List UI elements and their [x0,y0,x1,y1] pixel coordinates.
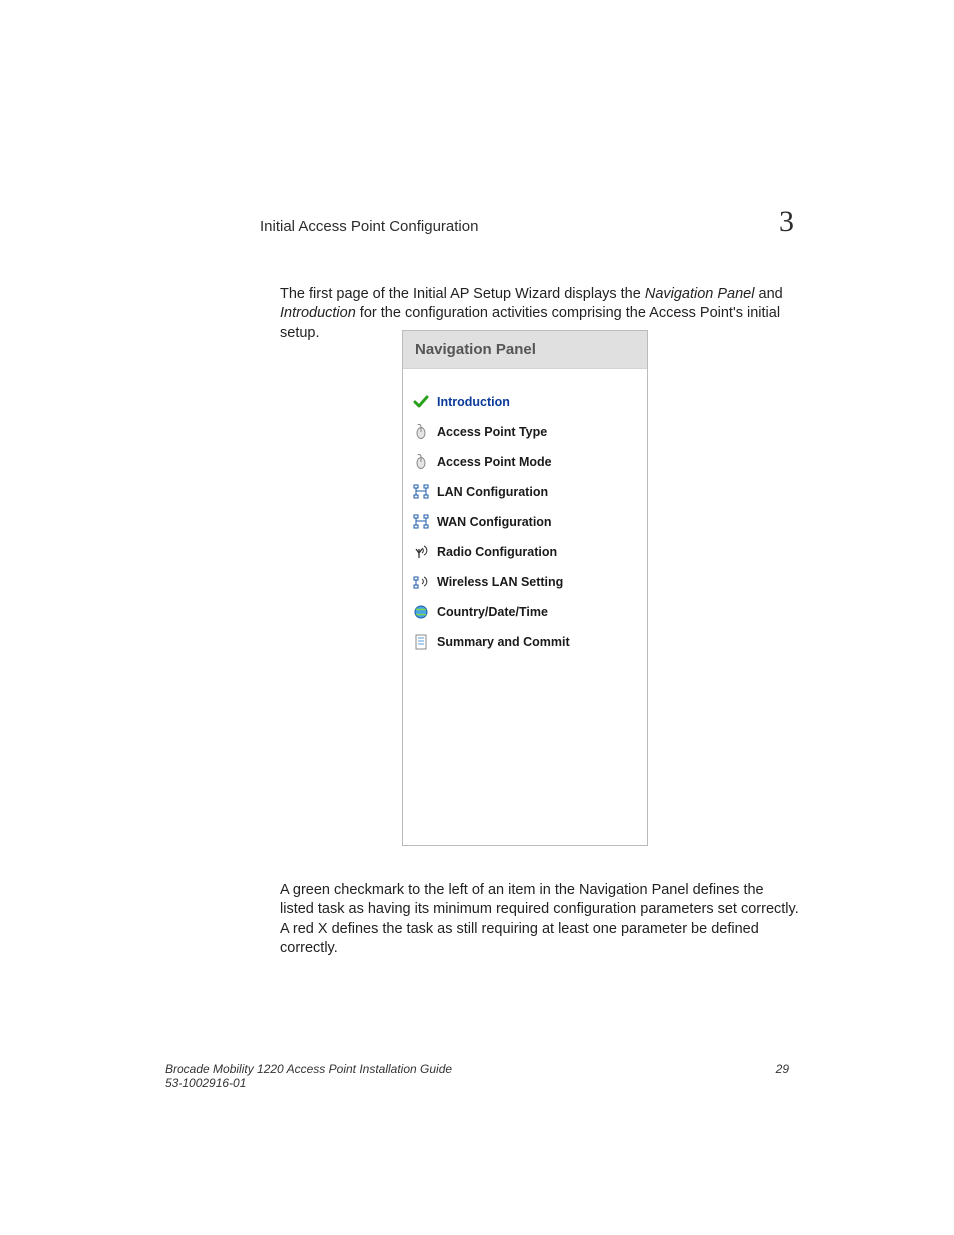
intro-text-mid: and [754,286,782,302]
outro-paragraph: A green checkmark to the left of an item… [280,881,800,959]
lan-icon [413,484,429,500]
nav-item-label: Wireless LAN Setting [437,575,563,589]
nav-item-access-point-mode[interactable]: Access Point Mode [413,447,637,477]
nav-item-introduction[interactable]: Introduction [413,387,637,417]
lan-icon [413,514,429,530]
document-icon [413,634,429,650]
globe-icon [413,604,429,620]
navigation-panel-title: Navigation Panel [403,331,647,369]
nav-item-country-date-time[interactable]: Country/Date/Time [413,597,637,627]
nav-item-label: LAN Configuration [437,485,548,499]
navigation-panel: Navigation Panel Introduction Access Poi… [402,330,648,846]
nav-item-label: Country/Date/Time [437,605,548,619]
footer-left: Brocade Mobility 1220 Access Point Insta… [165,1062,452,1090]
nav-item-label: WAN Configuration [437,515,552,529]
nav-item-label: Summary and Commit [437,635,570,649]
intro-em-1: Navigation Panel [645,286,755,302]
nav-item-label: Introduction [437,395,510,409]
nav-item-label: Access Point Mode [437,455,552,469]
checkmark-icon [413,394,429,410]
mouse-icon [413,454,429,470]
page-root: Initial Access Point Configuration 3 The… [0,0,954,1235]
mouse-icon [413,424,429,440]
nav-item-lan-configuration[interactable]: LAN Configuration [413,477,637,507]
header-title: Initial Access Point Configuration [260,218,478,235]
nav-item-wireless-lan-setting[interactable]: Wireless LAN Setting [413,567,637,597]
wifi-lan-icon [413,574,429,590]
nav-item-label: Access Point Type [437,425,547,439]
nav-item-radio-configuration[interactable]: Radio Configuration [413,537,637,567]
nav-item-access-point-type[interactable]: Access Point Type [413,417,637,447]
running-header: Initial Access Point Configuration 3 [260,205,794,239]
antenna-icon [413,544,429,560]
footer-page-number: 29 [776,1062,789,1076]
navigation-list: Introduction Access Point Type Access Po… [403,369,647,657]
intro-text-pre: The first page of the Initial AP Setup W… [280,286,645,302]
footer-guide-title: Brocade Mobility 1220 Access Point Insta… [165,1062,452,1076]
nav-item-summary-and-commit[interactable]: Summary and Commit [413,627,637,657]
nav-item-wan-configuration[interactable]: WAN Configuration [413,507,637,537]
page-footer: Brocade Mobility 1220 Access Point Insta… [165,1062,789,1090]
chapter-number: 3 [779,205,794,239]
footer-doc-number: 53-1002916-01 [165,1076,452,1090]
nav-item-label: Radio Configuration [437,545,557,559]
intro-em-2: Introduction [280,305,356,321]
